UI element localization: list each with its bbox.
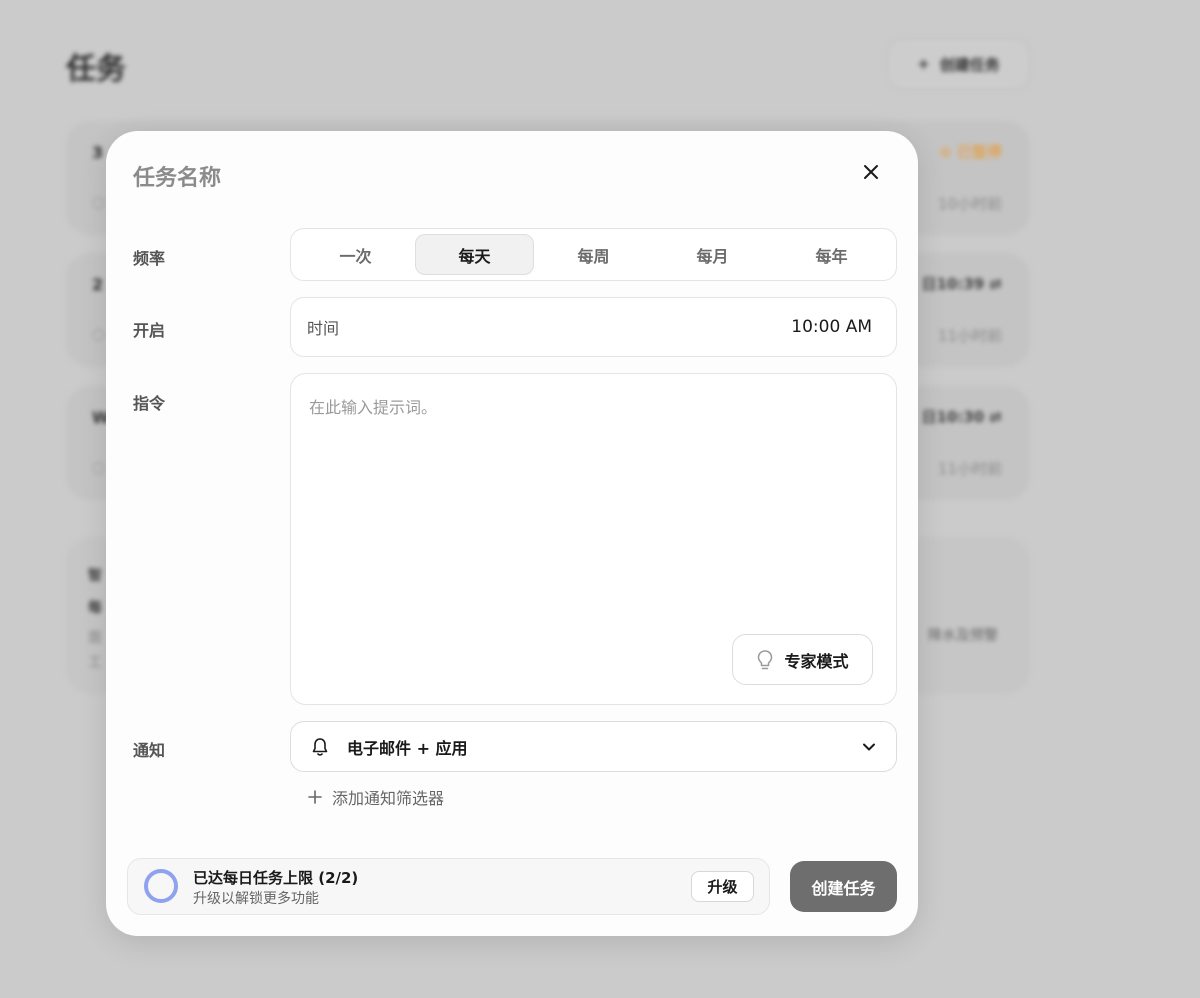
add-filter-label: 添加通知筛选器: [332, 789, 445, 808]
repeat-icon: ⇄: [984, 275, 1002, 293]
task-card-title: 3: [92, 143, 104, 162]
time-value: 10:00 AM: [791, 317, 872, 337]
task-card-time: 11小时前: [937, 460, 1002, 478]
plus-icon: +: [917, 55, 930, 73]
expert-mode-label: 专家模式: [784, 651, 849, 671]
frequency-selector: 一次 每天 每周 每月 每年: [290, 228, 897, 281]
limit-progress-ring: [144, 869, 178, 903]
frequency-option-daily[interactable]: 每天: [415, 234, 534, 275]
pause-icon: ⊙: [939, 143, 957, 161]
frequency-option-yearly[interactable]: 每年: [772, 234, 891, 275]
chat-icon: ◌: [92, 458, 106, 476]
daily-limit-banner: 已达每日任务上限 (2/2) 升级以解锁更多功能 升级: [127, 858, 770, 915]
task-card-schedule: 日10:39 ⇄: [921, 275, 1002, 293]
limit-title: 已达每日任务上限 (2/2): [193, 869, 359, 887]
task-card-title: 2: [92, 275, 104, 294]
time-field-label: 时间: [307, 319, 340, 338]
create-task-button[interactable]: 创建任务: [790, 861, 897, 912]
create-task-dialog: 任务名称 频率 一次 每天 每周 每月 每年 开启 时间 10:00 AM 指令…: [106, 131, 918, 936]
plus-icon: [308, 790, 322, 804]
prompt-placeholder: 在此输入提示词。: [309, 398, 438, 417]
chat-icon: ◌: [92, 193, 106, 211]
task-card-time: 10小时前: [937, 195, 1002, 213]
frequency-option-monthly[interactable]: 每月: [653, 234, 772, 275]
task-card-schedule: 日10:30 ⇄: [921, 408, 1002, 426]
close-icon: [864, 165, 878, 179]
limit-subtitle: 升级以解锁更多功能: [193, 891, 319, 907]
info-line: 每: [88, 600, 102, 616]
task-card-time: 11小时前: [937, 327, 1002, 345]
add-notification-filter-button[interactable]: 添加通知筛选器: [308, 785, 444, 809]
close-button[interactable]: [858, 159, 884, 185]
frequency-label: 频率: [133, 249, 166, 268]
info-right-text: 降水及预警: [928, 628, 998, 644]
repeat-icon: ⇄: [984, 408, 1002, 426]
bell-icon: [312, 737, 328, 756]
create-task-header-label: 创建任务: [939, 55, 1000, 74]
notification-value: 电子邮件 + 应用: [347, 738, 468, 758]
task-card-status: ⊙ 已暂停: [939, 143, 1002, 161]
upgrade-button[interactable]: 升级: [691, 871, 754, 902]
notification-label: 通知: [133, 741, 166, 760]
create-task-header-button[interactable]: + 创建任务: [887, 38, 1030, 90]
task-name-input[interactable]: 任务名称: [133, 160, 221, 192]
info-line: 智: [88, 568, 102, 584]
frequency-option-once[interactable]: 一次: [296, 234, 415, 275]
expert-mode-button[interactable]: 专家模式: [732, 634, 873, 685]
chat-icon: ◌: [92, 325, 106, 343]
notification-select[interactable]: 电子邮件 + 应用: [290, 721, 897, 772]
start-label: 开启: [133, 321, 166, 340]
start-time-picker[interactable]: 时间 10:00 AM: [290, 297, 897, 357]
page-title: 任务: [66, 52, 126, 87]
prompt-textarea[interactable]: 在此输入提示词。 专家模式: [290, 373, 897, 705]
info-line: 面: [88, 630, 102, 646]
lightbulb-icon: [758, 649, 773, 669]
instruction-label: 指令: [133, 394, 166, 413]
info-line: 工: [88, 655, 102, 671]
frequency-option-weekly[interactable]: 每周: [534, 234, 653, 275]
chevron-down-icon: [863, 743, 875, 750]
